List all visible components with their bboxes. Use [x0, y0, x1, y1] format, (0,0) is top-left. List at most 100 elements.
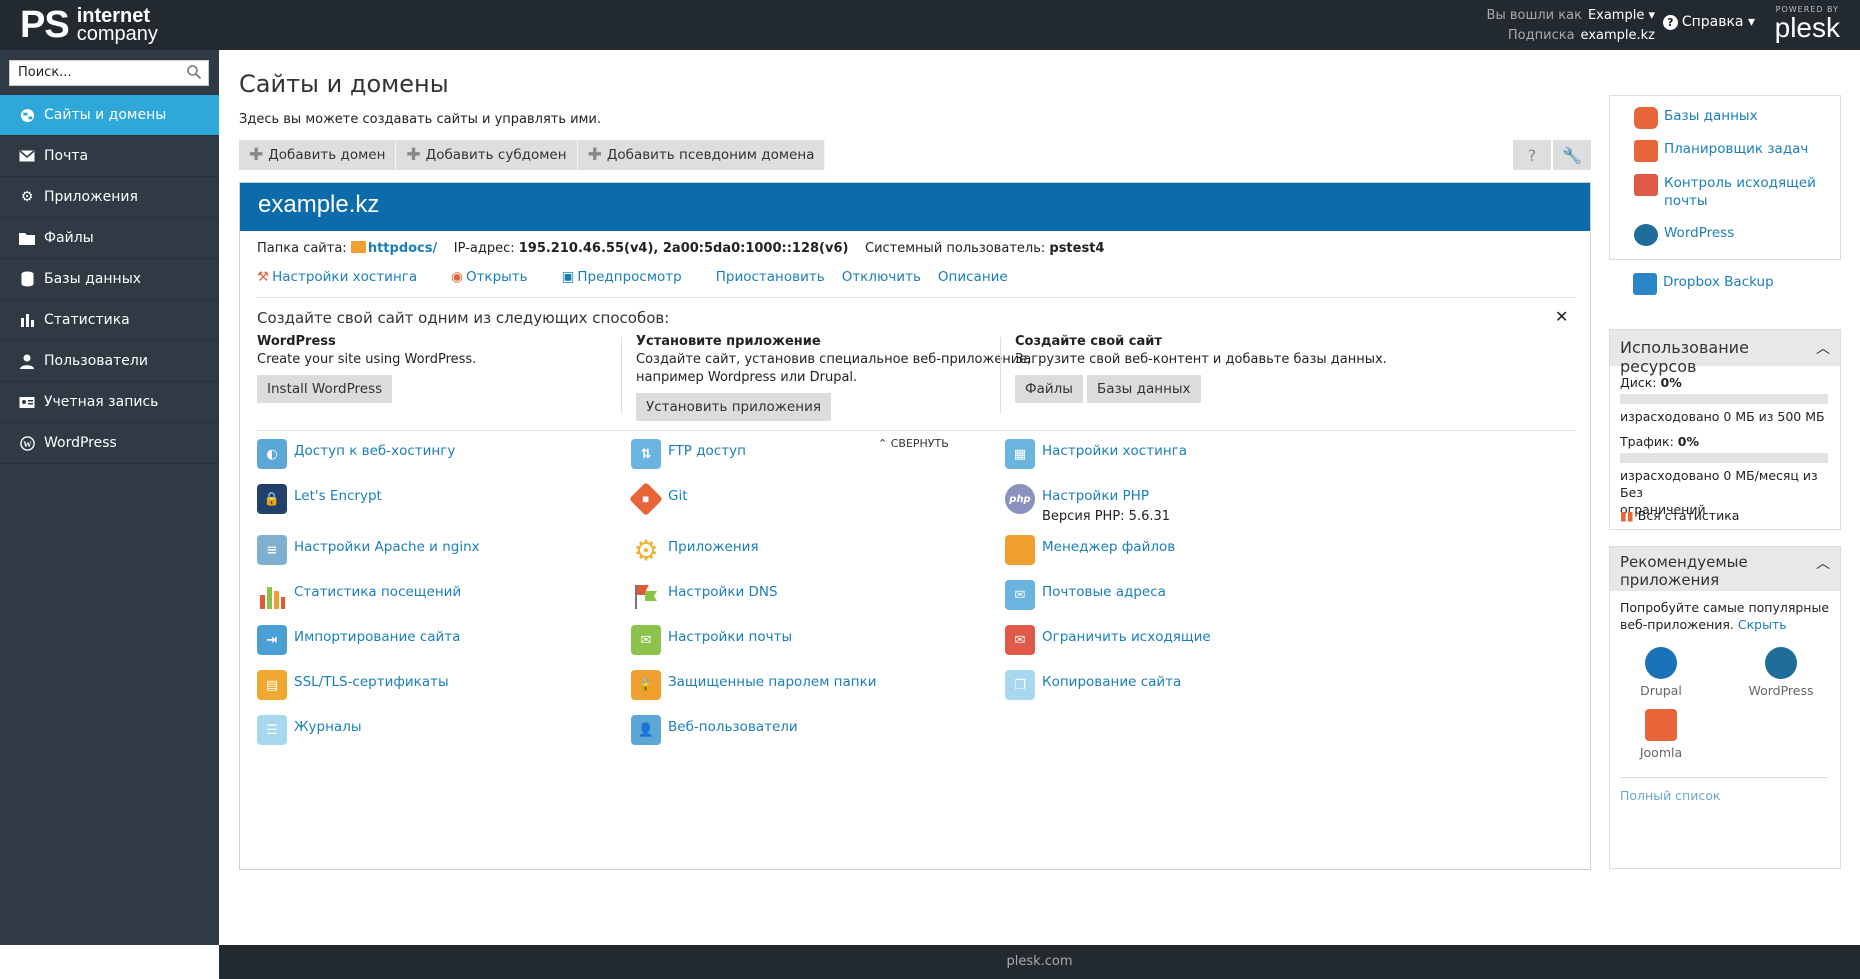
- divider: [1620, 777, 1828, 778]
- tool-copy-site[interactable]: ❐ Копирование сайта: [1005, 670, 1181, 700]
- all-statistics-link[interactable]: ▮▮ Вся статистика: [1620, 507, 1739, 524]
- tool-mail-settings[interactable]: ✉ Настройки почты: [631, 625, 792, 655]
- wordpress-app[interactable]: WordPress: [1746, 647, 1816, 698]
- quick-wordpress-link[interactable]: WordPress: [1634, 224, 1734, 246]
- user-icon: [18, 352, 36, 370]
- chevron-up-icon[interactable]: ︿: [1816, 338, 1830, 358]
- toolbar: ✚ Добавить домен ✚ Добавить субдомен ✚ Доба…: [239, 140, 826, 170]
- recommended-apps-header[interactable]: Рекомендуемые приложения ︿: [1610, 547, 1840, 591]
- envelope-icon: ✉: [1005, 625, 1035, 655]
- databases-button[interactable]: Базы данных: [1086, 375, 1201, 403]
- sidebar-item-applications[interactable]: ⚙ Приложения: [0, 177, 219, 218]
- tool-hosting-settings[interactable]: ▦ Настройки хостинга: [1005, 439, 1187, 469]
- tool-logs[interactable]: ☰ Журналы: [257, 715, 362, 745]
- full-list-link[interactable]: Полный список: [1620, 787, 1720, 804]
- tool-visit-statistics[interactable]: Статистика посещений: [257, 580, 461, 610]
- drupal-app[interactable]: Drupal: [1636, 647, 1686, 698]
- tool-lets-encrypt[interactable]: 🔒 Let's Encrypt: [257, 484, 382, 514]
- quick-databases-link[interactable]: Базы данных: [1634, 107, 1758, 129]
- tool-password-protected-dirs[interactable]: 🔒 Защищенные паролем папки: [631, 670, 877, 700]
- resource-usage-header[interactable]: Использование ресурсов ︿: [1610, 330, 1840, 376]
- tool-dns-settings[interactable]: Настройки DNS: [631, 580, 778, 610]
- tool-web-users[interactable]: 👤 Веб-пользователи: [631, 715, 798, 745]
- wrench-icon[interactable]: 🔧: [1553, 140, 1591, 170]
- folder-icon: [1005, 535, 1035, 565]
- help-question-icon[interactable]: ?: [1513, 140, 1551, 170]
- sidebar-item-mail[interactable]: Почта: [0, 136, 219, 177]
- company-logo[interactable]: PS internet company: [20, 2, 158, 48]
- quick-scheduler-link[interactable]: Планировщик задач: [1634, 140, 1808, 162]
- tool-git[interactable]: ◆ Git: [629, 482, 688, 516]
- tool-file-manager[interactable]: Менеджер файлов: [1005, 535, 1175, 565]
- tool-mail-addresses[interactable]: ✉ Почтовые адреса: [1005, 580, 1166, 610]
- divider: [257, 297, 1575, 298]
- tool-ssl-certificates[interactable]: ▤ SSL/TLS-сертификаты: [257, 670, 449, 700]
- search-placeholder: Поиск...: [18, 65, 72, 80]
- disable-link[interactable]: Отключить: [842, 269, 921, 285]
- files-button[interactable]: Файлы: [1015, 375, 1083, 403]
- sidebar-item-wordpress[interactable]: W WordPress: [0, 423, 219, 464]
- install-wordpress-button[interactable]: Install WordPress: [257, 375, 393, 403]
- description-link[interactable]: Описание: [938, 269, 1008, 285]
- tool-apache-nginx[interactable]: ≡ Настройки Apache и nginx: [257, 535, 480, 565]
- add-domain-button[interactable]: ✚ Добавить домен: [239, 140, 397, 170]
- database-icon: [1634, 107, 1658, 129]
- add-subdomain-button[interactable]: ✚ Добавить субдомен: [396, 140, 578, 170]
- install-applications-button[interactable]: Установить приложения: [636, 393, 831, 421]
- plus-icon: ✚: [406, 145, 421, 165]
- suspend-link[interactable]: Приостановить: [716, 269, 825, 285]
- tool-applications[interactable]: ⚙ Приложения: [631, 534, 759, 567]
- recommended-apps-panel: Рекомендуемые приложения ︿ Попробуйте самы…: [1609, 546, 1841, 869]
- user-menu[interactable]: Example ▾: [1588, 8, 1655, 23]
- sidebar-item-databases[interactable]: Базы данных: [0, 259, 219, 300]
- open-link[interactable]: ◉ Открыть: [451, 269, 544, 285]
- git-icon: ◆: [629, 482, 663, 516]
- sidebar-item-sites[interactable]: Сайты и домены: [0, 95, 219, 136]
- sidebar-item-statistics[interactable]: Статистика: [0, 300, 219, 341]
- sidebar-item-label: Сайты и домены: [44, 107, 167, 123]
- sidebar-item-users[interactable]: Пользователи: [0, 341, 219, 382]
- preview-link[interactable]: ▣ Предпросмотр: [562, 269, 699, 285]
- locked-folder-icon: 🔒: [631, 670, 661, 700]
- account-icon: [18, 393, 36, 411]
- tool-ftp-access[interactable]: ⇅ FTP доступ: [631, 439, 746, 469]
- bar-chart-icon: [18, 311, 36, 329]
- close-icon[interactable]: ✕: [1555, 307, 1568, 326]
- joomla-app[interactable]: Joomla: [1636, 709, 1686, 760]
- gear-icon: ⚙: [631, 534, 661, 567]
- subscription-selector[interactable]: example.kz: [1581, 28, 1655, 43]
- quick-dropbox-link[interactable]: Dropbox Backup: [1633, 273, 1774, 295]
- system-user: pstest4: [1049, 241, 1105, 256]
- httpdocs-link[interactable]: httpdocs/: [368, 241, 437, 256]
- svg-text:W: W: [23, 438, 32, 448]
- tool-php-settings[interactable]: php Настройки PHP Версия PHP: 5.6.31: [1005, 484, 1170, 526]
- tool-limit-outgoing[interactable]: ✉ Ограничить исходящие: [1005, 625, 1211, 655]
- tool-web-hosting-access[interactable]: ◐ Доступ к веб-хостингу: [257, 439, 455, 469]
- hosting-settings-link[interactable]: ⚒ Настройки хостинга: [257, 269, 434, 285]
- sidebar-item-files[interactable]: Файлы: [0, 218, 219, 259]
- copy-icon: ❐: [1005, 670, 1035, 700]
- search-input[interactable]: Поиск...: [9, 60, 209, 86]
- bar-chart-icon: ▮▮: [1620, 508, 1634, 523]
- logged-in-label: Вы вошли как: [1486, 8, 1582, 23]
- quick-outgoing-mail-link[interactable]: Контроль исходящей почты: [1634, 174, 1816, 210]
- sidebar-item-label: Учетная запись: [44, 394, 159, 410]
- domain-name[interactable]: example.kz: [240, 183, 1590, 231]
- hosting-settings-icon: ▦: [1005, 439, 1035, 469]
- chevron-up-icon[interactable]: ︿: [1816, 555, 1830, 573]
- traffic-usage-percent: 0%: [1677, 434, 1700, 449]
- dns-flags-icon: [631, 580, 661, 610]
- divider: [1000, 337, 1001, 413]
- sidebar-item-label: Базы данных: [44, 271, 142, 287]
- help-menu[interactable]: ? Справка ▾: [1662, 14, 1755, 30]
- sidebar-item-label: Почта: [44, 148, 89, 164]
- collapse-button[interactable]: ⌃ СВЕРНУТЬ: [878, 437, 949, 450]
- domain-links: ⚒ Настройки хостинга ◉ Открыть ▣ Предпросмо…: [257, 269, 1025, 285]
- sidebar-item-account[interactable]: Учетная запись: [0, 382, 219, 423]
- tool-import-site[interactable]: ⇥ Импортирование сайта: [257, 625, 460, 655]
- search-icon[interactable]: [186, 64, 202, 80]
- hide-link[interactable]: Скрыть: [1738, 617, 1787, 632]
- footer[interactable]: plesk.com: [219, 945, 1860, 979]
- divider: [257, 430, 1575, 431]
- add-domain-alias-button[interactable]: ✚ Добавить псевдоним домена: [577, 140, 826, 170]
